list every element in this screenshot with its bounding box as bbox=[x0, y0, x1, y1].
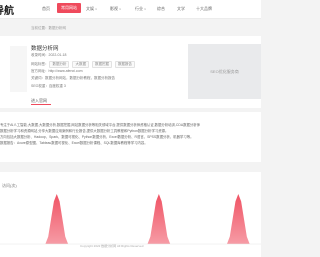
page: 导航 首页常用网站文娱∨影视∨行业∨综合文学十大品牌 当前位置：数据分析网 数据… bbox=[0, 0, 261, 257]
site-url[interactable]: 官方网址：http://www.afenxi.com bbox=[31, 69, 83, 74]
nav-item-label: 十大品牌 bbox=[196, 6, 212, 11]
nav-item-label: 行业 bbox=[135, 6, 143, 11]
nav-item[interactable]: 影视∨ bbox=[110, 6, 121, 12]
nav-item[interactable]: 常用网站 bbox=[57, 3, 81, 13]
nav-item-label: 常用网站 bbox=[61, 5, 77, 10]
site-card: 数据分析网 收录时间：2022-01-18 网站标签： 数据分析 大数据 数据挖… bbox=[0, 36, 261, 108]
tag[interactable]: 数据分析 bbox=[49, 61, 70, 68]
nav-item[interactable]: 文学 bbox=[177, 6, 185, 12]
nav-item[interactable]: 行业∨ bbox=[135, 6, 146, 12]
chevron-down-icon: ∨ bbox=[119, 7, 122, 11]
nav-item[interactable]: 文娱∨ bbox=[86, 6, 97, 12]
updated-date: 收录时间：2022-01-18 bbox=[31, 53, 67, 57]
tag[interactable]: 数据报告 bbox=[114, 61, 135, 68]
site-logo[interactable]: 导航 bbox=[0, 2, 14, 17]
site-thumbnail bbox=[10, 46, 27, 92]
nav-item-label: 文娱 bbox=[86, 6, 94, 11]
description-line: 专注于AI人工智能,大数据,大数据分析,数据挖掘,网站数据分析等相关领域平台,提… bbox=[0, 123, 201, 127]
site-title: 数据分析网 bbox=[31, 46, 59, 52]
site-keywords: 关键词：数据分析网站，数据分析教程，数据分析报告 bbox=[31, 76, 115, 80]
footer-text: Copyright 2022 数据分析网 All Rights Reserved bbox=[80, 244, 144, 248]
nav-item-label: 首页 bbox=[42, 6, 50, 11]
seo-rank: SEO权重：百度权重 3 bbox=[31, 84, 66, 88]
tag[interactable]: 大数据 bbox=[72, 61, 89, 68]
tag-row: 网站标签： 数据分析 大数据 数据挖掘 数据报告 bbox=[31, 61, 137, 68]
enter-underline bbox=[31, 104, 51, 105]
nav-item[interactable]: 首页 bbox=[42, 6, 50, 12]
nav-item[interactable]: 十大品牌 bbox=[196, 6, 212, 12]
nav-item-label: 综合 bbox=[157, 6, 165, 11]
description-line: 数据报告：Axure原型图、Tableau数据可视化、Excel数据分析课程、S… bbox=[0, 141, 148, 145]
nav-item[interactable]: 综合 bbox=[157, 6, 165, 12]
seo-ad-placeholder[interactable]: SEO优化服务商 bbox=[188, 44, 261, 99]
breadcrumb: 当前位置：数据分析网 bbox=[31, 26, 66, 30]
tag[interactable]: 数据挖掘 bbox=[91, 61, 112, 68]
site-description: 专注于AI人工智能,大数据,大数据分析,数据挖掘,网站数据分析等相关领域平台,提… bbox=[0, 112, 261, 162]
traffic-area-series bbox=[0, 194, 261, 244]
top-nav: 导航 首页常用网站文娱∨影视∨行业∨综合文学十大品牌 bbox=[0, 0, 261, 19]
description-line: 数据分析学习和资源网站,分享大数据应用案例和行业报告,提供大数据分析工具教程和P… bbox=[0, 129, 169, 133]
description-line: 方向包括大数据分析、Hadoop、Spark、数据可视化、Python数据分析、… bbox=[0, 135, 194, 139]
nav-item-label: 文学 bbox=[177, 6, 185, 11]
chevron-down-icon: ∨ bbox=[95, 7, 98, 11]
nav-item-label: 影视 bbox=[110, 6, 118, 11]
tags-label: 网站标签： bbox=[31, 62, 49, 66]
chevron-down-icon: ∨ bbox=[144, 7, 147, 11]
